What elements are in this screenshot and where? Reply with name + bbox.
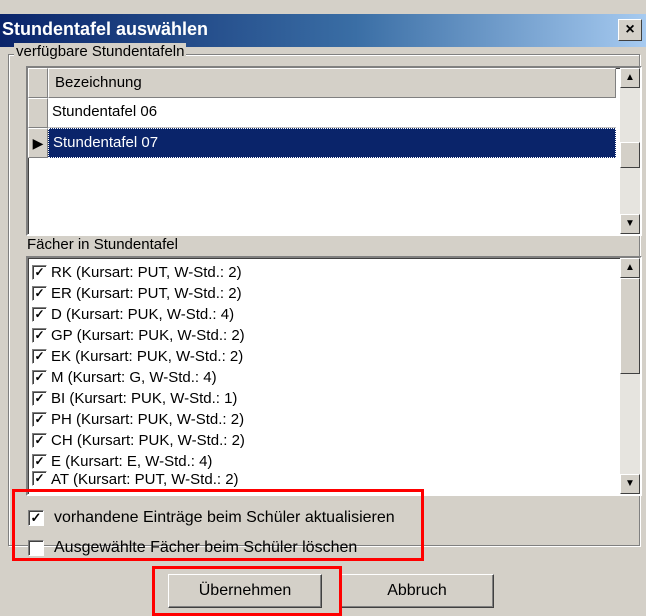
cancel-button[interactable]: Abbruch [340,574,494,608]
subject-label: GP (Kursart: PUK, W-Std.: 2) [51,326,245,344]
checkbox-checked-icon[interactable]: ✓ [32,453,47,469]
subject-label: BI (Kursart: PUK, W-Std.: 1) [51,389,238,407]
checkbox-checked-icon[interactable]: ✓ [32,327,47,343]
grid-row-selected[interactable]: ▶ Stundentafel 07 [28,128,616,158]
checkbox-checked-icon[interactable]: ✓ [32,306,47,322]
subjects-label: Fächer in Stundentafel [27,236,178,253]
subject-label: E (Kursart: E, W-Std.: 4) [51,452,213,470]
subject-label: PH (Kursart: PUK, W-Std.: 2) [51,410,245,428]
checkbox-checked-icon[interactable]: ✓ [32,264,47,280]
subject-item[interactable]: ✓ M (Kursart: G, W-Std.: 4) [32,366,217,388]
grid-cell[interactable]: Stundentafel 07 [48,128,616,158]
scrollbar-thumb[interactable] [620,278,640,374]
scroll-up-arrow-icon[interactable]: ▲ [620,68,640,88]
subject-label: RK (Kursart: PUT, W-Std.: 2) [51,263,242,281]
subject-label: AT (Kursart: PUT, W-Std.: 2) [51,471,239,487]
subject-item[interactable]: ✓ CH (Kursart: PUK, W-Std.: 2) [32,429,245,451]
checkbox-checked-icon[interactable]: ✓ [32,471,47,486]
grid-cell[interactable]: Stundentafel 06 [48,98,616,128]
window-title: Stundentafel auswählen [2,19,209,39]
scrollbar-thumb[interactable] [620,142,640,168]
grid-header: Bezeichnung [28,68,616,98]
window-top-strip [0,0,646,14]
subject-item[interactable]: ✓ BI (Kursart: PUK, W-Std.: 1) [32,387,237,409]
subjects-checklist: ✓ RK (Kursart: PUT, W-Std.: 2) ✓ ER (Kursa… [26,256,642,496]
close-button[interactable]: × [618,19,642,41]
row-selector[interactable] [28,98,48,128]
checkbox-checked-icon[interactable]: ✓ [32,411,47,427]
checkbox-checked-icon[interactable]: ✓ [32,348,47,364]
subject-label: EK (Kursart: PUK, W-Std.: 2) [51,347,244,365]
subject-item[interactable]: ✓ E (Kursart: E, W-Std.: 4) [32,450,212,472]
subject-item[interactable]: ✓ D (Kursart: PUK, W-Std.: 4) [32,303,234,325]
subject-item-partial[interactable]: ✓ AT (Kursart: PUT, W-Std.: 2) [32,471,239,487]
subject-item[interactable]: ✓ EK (Kursart: PUK, W-Std.: 2) [32,345,243,367]
timetable-grid: Bezeichnung Stundentafel 06 ▶ Stundentaf… [26,66,642,236]
checkbox-checked-icon[interactable]: ✓ [32,432,47,448]
scroll-up-arrow-icon[interactable]: ▲ [620,258,640,278]
grid-scrollbar[interactable]: ▲ ▼ [620,68,640,234]
scroll-down-arrow-icon[interactable]: ▼ [620,214,640,234]
row-selector-header [28,68,48,98]
checkbox-checked-icon[interactable]: ✓ [32,390,47,406]
subject-item[interactable]: ✓ GP (Kursart: PUK, W-Std.: 2) [32,324,245,346]
subject-label: D (Kursart: PUK, W-Std.: 4) [51,305,235,323]
checkbox-checked-icon[interactable]: ✓ [32,285,47,301]
options-highlight [12,489,424,561]
grid-row[interactable]: Stundentafel 06 [28,98,616,128]
subject-label: ER (Kursart: PUT, W-Std.: 2) [51,284,242,302]
subjects-scrollbar[interactable]: ▲ ▼ [620,258,640,494]
checkbox-checked-icon[interactable]: ✓ [32,369,47,385]
current-row-arrow-icon[interactable]: ▶ [28,128,48,158]
subject-item[interactable]: ✓ RK (Kursart: PUT, W-Std.: 2) [32,261,242,283]
subject-item[interactable]: ✓ PH (Kursart: PUK, W-Std.: 2) [32,408,244,430]
subject-label: M (Kursart: G, W-Std.: 4) [51,368,217,386]
column-header-bezeichnung[interactable]: Bezeichnung [48,68,616,98]
group-label: verfügbare Stundentafeln [14,43,187,60]
subject-label: CH (Kursart: PUK, W-Std.: 2) [51,431,245,449]
scroll-down-arrow-icon[interactable]: ▼ [620,474,640,494]
subject-item[interactable]: ✓ ER (Kursart: PUT, W-Std.: 2) [32,282,242,304]
apply-highlight [152,566,342,616]
